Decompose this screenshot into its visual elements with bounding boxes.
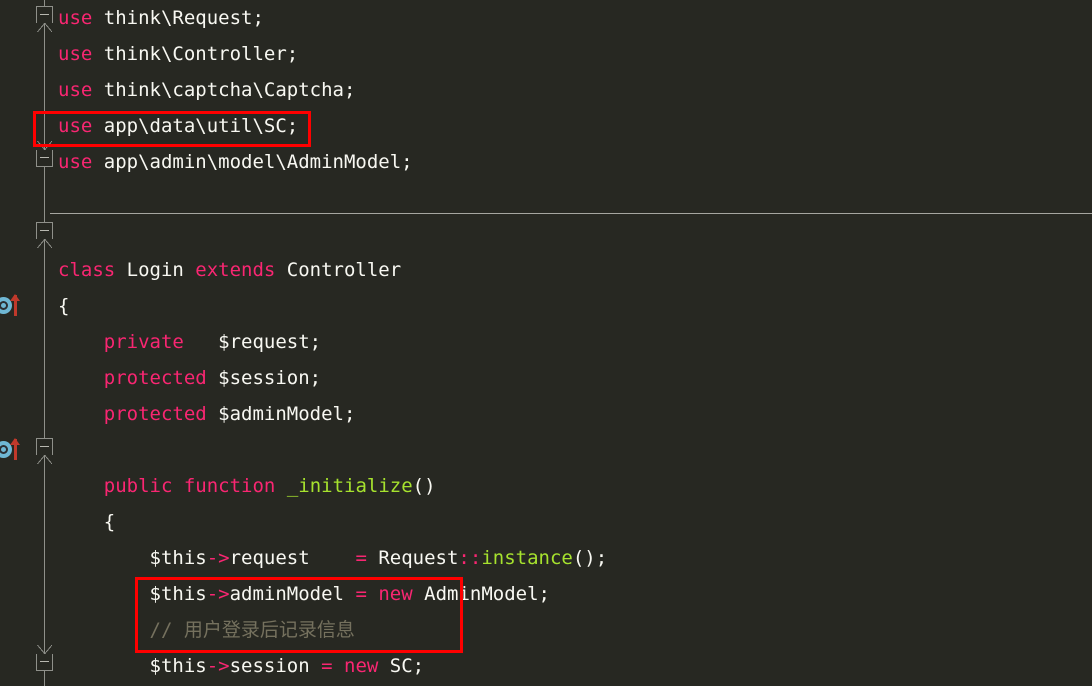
code-token: use: [58, 151, 93, 173]
code-token: Controller: [275, 259, 402, 281]
code-token: app\admin\model\AdminModel;: [92, 151, 413, 173]
code-line[interactable]: use think\Request;: [50, 0, 1092, 36]
code-token: think\captcha\Captcha;: [92, 79, 356, 101]
code-token: extends: [195, 259, 276, 281]
code-token: think\Controller;: [92, 43, 299, 65]
minus-icon: [40, 14, 49, 15]
code-token: (): [412, 475, 436, 497]
minus-icon: [40, 157, 49, 158]
code-line[interactable]: private $request;: [50, 324, 1092, 360]
code-token: use: [58, 43, 93, 65]
code-line[interactable]: $this->request = Request::instance();: [50, 540, 1092, 576]
code-line[interactable]: {: [50, 288, 1092, 324]
code-token: session: [229, 655, 322, 677]
fold-rail: [44, 239, 45, 439]
code-token: =: [355, 547, 367, 569]
code-token: ();: [572, 547, 608, 569]
code-line[interactable]: [50, 180, 1092, 216]
code-token: new: [378, 583, 413, 605]
code-token: $adminModel;: [206, 403, 356, 425]
code-token: private: [103, 331, 184, 353]
code-token: class: [58, 259, 116, 281]
overridden-member-icon-request[interactable]: [0, 294, 29, 318]
code-content[interactable]: use think\Request; use think\Controller; u…: [50, 0, 1092, 686]
code-token: _initialize: [286, 475, 413, 497]
code-token: instance: [481, 547, 573, 569]
code-line[interactable]: [50, 432, 1092, 468]
overridden-member-icon-initialize[interactable]: [0, 438, 29, 462]
fold-rail: [44, 455, 45, 655]
code-token: $session;: [206, 367, 322, 389]
code-line[interactable]: use app\data\util\SC;: [50, 108, 1092, 144]
code-token: Login: [115, 259, 196, 281]
code-token: use: [58, 115, 93, 137]
fold-rail: [44, 167, 45, 223]
code-line[interactable]: $this->session = new SC;: [50, 648, 1092, 684]
up-arrow-icon: [10, 294, 20, 316]
editor-gutter[interactable]: [0, 0, 53, 686]
code-token: ->: [206, 547, 230, 569]
code-line[interactable]: {: [50, 504, 1092, 540]
code-token: $this: [58, 547, 207, 569]
code-token: AdminModel;: [412, 583, 550, 605]
code-line[interactable]: use think\captcha\Captcha;: [50, 72, 1092, 108]
fold-rail: [44, 671, 45, 686]
code-line[interactable]: [50, 216, 1092, 252]
code-token: ->: [206, 583, 230, 605]
code-token: new: [344, 655, 379, 677]
code-line[interactable]: protected $adminModel;: [50, 396, 1092, 432]
code-token: // 用户登录后记录信息: [58, 619, 355, 641]
code-token: =: [321, 655, 333, 677]
code-token: {: [58, 295, 70, 317]
code-token: $this: [58, 655, 207, 677]
minus-icon: [40, 230, 49, 231]
code-token: ->: [206, 655, 230, 677]
minus-icon: [40, 661, 49, 662]
code-token: think\Request;: [92, 7, 264, 29]
code-token: use: [58, 7, 93, 29]
code-line[interactable]: public function _initialize(): [50, 468, 1092, 504]
minus-icon: [40, 446, 49, 447]
code-line[interactable]: use app\admin\model\AdminModel;: [50, 144, 1092, 180]
code-line[interactable]: class Login extends Controller: [50, 252, 1092, 288]
code-token: $request;: [183, 331, 322, 353]
code-token: $this: [58, 583, 207, 605]
code-token: protected: [103, 403, 207, 425]
code-token: app\data\util\SC;: [92, 115, 299, 137]
code-token: {: [58, 511, 116, 533]
code-token: public function: [103, 475, 276, 497]
code-token: =: [355, 583, 367, 605]
code-token: use: [58, 79, 93, 101]
code-token: protected: [103, 367, 207, 389]
code-token: request: [229, 547, 356, 569]
code-line[interactable]: use think\Controller;: [50, 36, 1092, 72]
code-token: SC;: [378, 655, 425, 677]
code-token: adminModel: [229, 583, 356, 605]
up-arrow-icon: [10, 438, 20, 460]
code-line[interactable]: protected $session;: [50, 360, 1092, 396]
code-token: ::: [458, 547, 482, 569]
code-line[interactable]: // 用户登录后记录信息: [50, 612, 1092, 648]
code-token: Request: [366, 547, 459, 569]
code-line[interactable]: $this->adminModel = new AdminModel;: [50, 576, 1092, 612]
code-editor[interactable]: use think\Request; use think\Controller; u…: [0, 0, 1092, 686]
